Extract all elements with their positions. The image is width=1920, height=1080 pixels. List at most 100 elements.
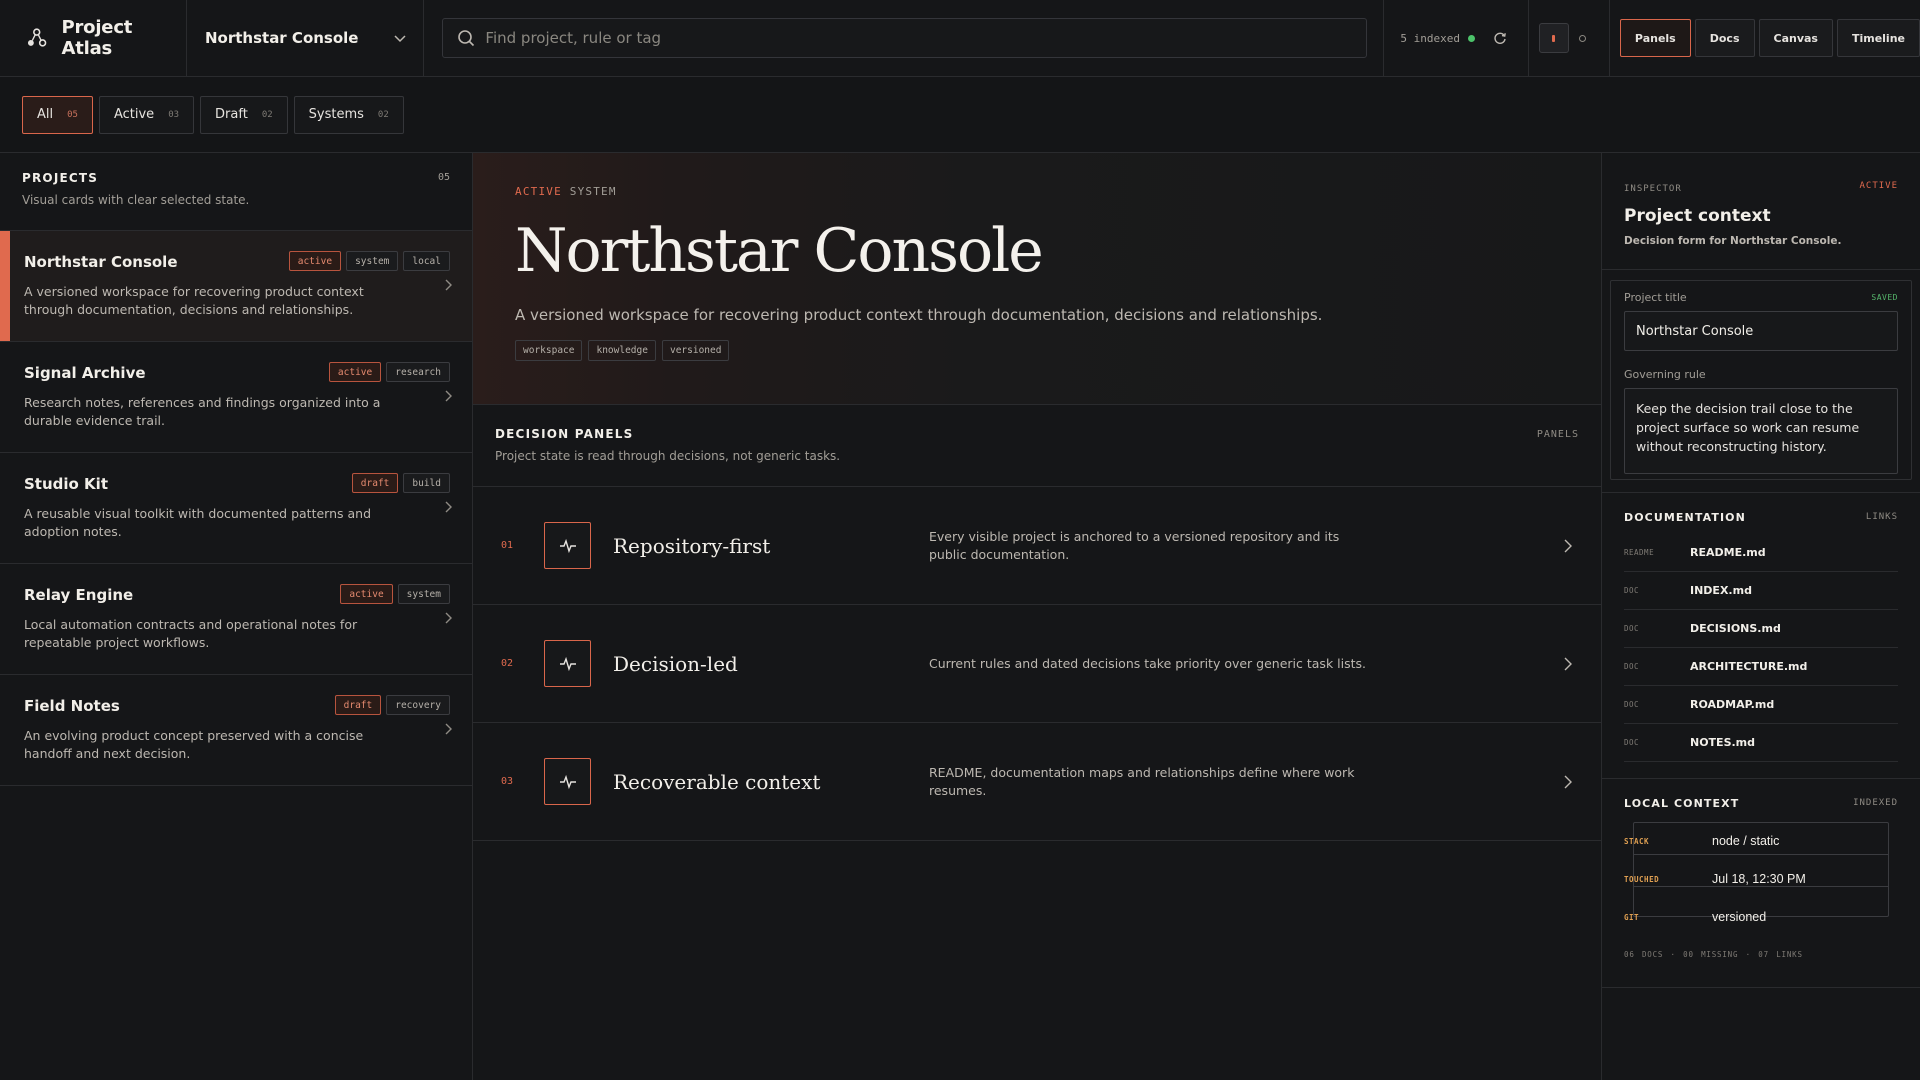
project-description: An evolving product concept preserved wi… <box>24 728 364 761</box>
project-card-signal-archive[interactable]: Signal Archive active research Research … <box>0 342 472 453</box>
project-card-studio-kit[interactable]: Studio Kit draft build A reusable visual… <box>0 453 472 564</box>
context-row-touched: TOUCHED Jul 18, 12:30 PM <box>1624 860 1898 898</box>
governing-rule-label: Governing rule <box>1624 368 1706 381</box>
doc-file: ARCHITECTURE.md <box>1690 660 1808 673</box>
local-context-table: STACK node / static TOUCHED Jul 18, 12:3… <box>1624 822 1898 936</box>
project-tags: draft build <box>351 473 450 493</box>
top-bar: Project Atlas Northstar Console 5 indexe… <box>0 0 1920 77</box>
search-icon <box>458 30 475 47</box>
hero-chip[interactable]: workspace <box>515 340 583 361</box>
tab-canvas[interactable]: Canvas <box>1758 19 1833 57</box>
tag-badge: build <box>403 473 450 493</box>
filter-count: 02 <box>377 109 389 120</box>
tag-badge: active <box>328 362 382 382</box>
theme-light-icon[interactable] <box>1578 34 1586 42</box>
projects-header: PROJECTS Visual cards with clear selecte… <box>0 153 472 231</box>
tag-badge: draft <box>334 695 382 715</box>
doc-link-notes[interactable]: DOC NOTES.md <box>1624 724 1898 762</box>
doc-kind: DOC <box>1624 662 1640 671</box>
chevron-right-icon <box>445 723 452 735</box>
filter-draft[interactable]: Draft 02 <box>200 95 288 134</box>
tag-badge: active <box>340 584 393 604</box>
project-tags: active system <box>340 584 450 604</box>
project-card-field-notes[interactable]: Field Notes draft recovery An evolving p… <box>0 675 472 786</box>
search-box[interactable] <box>442 18 1368 58</box>
index-status: 5 indexed <box>1384 0 1529 76</box>
project-description: Local automation contracts and operation… <box>24 617 358 650</box>
context-summary: 06 DOCS · 00 MISSING · 07 LINKS <box>1624 950 1803 959</box>
project-select[interactable]: Northstar Console <box>187 0 425 76</box>
panel-description: Current rules and dated decisions take p… <box>929 655 1366 671</box>
project-tags: active system local <box>288 251 450 271</box>
hero-description: A versioned workspace for recovering pro… <box>515 306 1323 324</box>
project-form: Project title SAVED Governing rule Keep … <box>1610 280 1912 480</box>
context-row-stack: STACK node / static <box>1624 822 1898 860</box>
context-key: STACK <box>1624 836 1650 846</box>
project-tags: draft recovery <box>334 695 450 715</box>
tab-panels[interactable]: Panels <box>1619 19 1691 57</box>
project-title-field[interactable] <box>1624 311 1898 351</box>
projects-subtitle: Visual cards with clear selected state. <box>22 193 250 207</box>
panel-number: 02 <box>501 658 514 669</box>
inspector-eyebrow: INSPECTOR <box>1624 184 1682 194</box>
panel-description: Every visible project is anchored to a v… <box>929 528 1340 562</box>
doc-link-architecture[interactable]: DOC ARCHITECTURE.md <box>1624 648 1898 686</box>
hero-chip[interactable]: knowledge <box>588 340 656 361</box>
chevron-right-icon <box>1564 539 1572 552</box>
chevron-down-icon <box>394 35 406 43</box>
doc-link-index[interactable]: DOC INDEX.md <box>1624 572 1898 610</box>
doc-link-roadmap[interactable]: DOC ROADMAP.md <box>1624 686 1898 724</box>
documentation-list: README README.md DOC INDEX.md DOC DECISI… <box>1624 534 1898 762</box>
doc-file: README.md <box>1690 546 1766 559</box>
decision-panel-recoverable-context[interactable]: 03 Recoverable context README, documenta… <box>473 723 1601 841</box>
doc-link-readme[interactable]: README README.md <box>1624 534 1898 572</box>
tag-badge: recovery <box>386 695 450 715</box>
inspector-title: Project context <box>1624 206 1771 226</box>
project-description: A reusable visual toolkit with documente… <box>24 506 372 539</box>
filter-bar: All 05 Active 03 Draft 02 Systems 02 <box>0 77 1920 153</box>
filter-count: 05 <box>67 109 78 120</box>
brand[interactable]: Project Atlas <box>0 0 187 76</box>
local-context-section: LOCAL CONTEXT INDEXED STACK node / stati… <box>1602 778 1920 959</box>
filter-all[interactable]: All 05 <box>22 95 93 134</box>
decision-panel-repository-first[interactable]: 01 Repository-first Every visible projec… <box>473 487 1601 605</box>
inspector-status: ACTIVE <box>1859 181 1898 191</box>
theme-dark-button[interactable] <box>1538 23 1569 53</box>
projects-sidebar: PROJECTS Visual cards with clear selecte… <box>0 153 473 1080</box>
refresh-icon[interactable] <box>1493 31 1507 45</box>
filter-label: Active <box>113 107 155 122</box>
filter-systems[interactable]: Systems 02 <box>293 95 404 134</box>
context-value: Jul 18, 12:30 PM <box>1712 872 1806 886</box>
context-key: TOUCHED <box>1624 874 1660 884</box>
documentation-section: DOCUMENTATION LINKS README README.md DOC… <box>1602 492 1920 762</box>
hero-chip[interactable]: versioned <box>661 340 730 361</box>
tab-timeline[interactable]: Timeline <box>1836 19 1920 57</box>
search-input[interactable] <box>485 29 1346 47</box>
divider <box>1602 987 1920 988</box>
chevron-right-icon <box>445 612 452 624</box>
decision-panels-tag: PANELS <box>1536 429 1579 440</box>
project-title-label: Project title <box>1624 291 1687 304</box>
theme-controls <box>1529 0 1610 76</box>
hero-kind: SYSTEM <box>569 185 617 198</box>
hero-eyebrow: ACTIVE SYSTEM <box>515 185 1559 198</box>
project-card-relay-engine[interactable]: Relay Engine active system Local automat… <box>0 564 472 675</box>
decision-panel-decision-led[interactable]: 02 Decision-led Current rules and dated … <box>473 605 1601 723</box>
hero-status: ACTIVE <box>515 185 562 198</box>
context-value: versioned <box>1712 910 1767 924</box>
decision-panels-subtitle: Project state is read through decisions,… <box>495 449 841 463</box>
page-title: Northstar Console <box>515 216 1044 286</box>
doc-kind: DOC <box>1624 738 1640 747</box>
documentation-links-label: LINKS <box>1865 512 1898 522</box>
pulse-icon <box>544 640 591 687</box>
project-description: Research notes, references and findings … <box>24 395 381 428</box>
tab-docs[interactable]: Docs <box>1694 19 1755 57</box>
governing-rule-field[interactable]: Keep the decision trail close to the pro… <box>1624 388 1898 474</box>
filter-active[interactable]: Active 03 <box>98 95 195 134</box>
chevron-right-icon <box>445 501 452 513</box>
atlas-logo-icon <box>27 28 47 47</box>
doc-kind: DOC <box>1624 586 1640 595</box>
project-card-northstar-console[interactable]: Northstar Console active system local A … <box>0 231 472 342</box>
filter-label: All <box>37 107 54 122</box>
doc-link-decisions[interactable]: DOC DECISIONS.md <box>1624 610 1898 648</box>
